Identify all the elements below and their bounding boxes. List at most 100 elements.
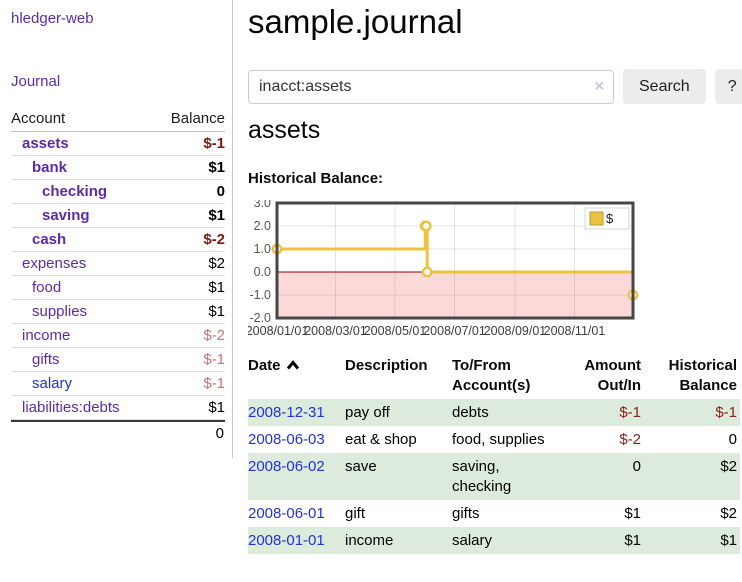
clear-search-icon[interactable]: × [595, 77, 604, 97]
date-cell: 2008-06-02 [248, 453, 345, 500]
account-balance: $2 [208, 255, 225, 272]
x-tick-label: 2008/01/01 [248, 324, 308, 338]
sidebar-account-row: saving $1 [11, 204, 225, 228]
column-header-date[interactable]: Date [248, 354, 345, 399]
register-header-row: Date Description To/FromAccount(s) Amoun… [248, 354, 740, 399]
legend-swatch [590, 212, 603, 225]
accounts-cell: salary [452, 527, 562, 554]
search-input[interactable] [248, 70, 614, 104]
column-header-description: Description [345, 354, 452, 399]
sidebar-account-row: supplies$1 [11, 300, 225, 324]
amount-cell: $-2 [562, 426, 644, 453]
account-balance: $1 [208, 207, 225, 224]
x-tick-label: 2008/09/01 [484, 324, 547, 338]
sidebar-account-row: gifts $-1 [11, 348, 225, 372]
x-tick-label: 2008/07/01 [423, 324, 486, 338]
chart-title: Historical Balance: [248, 170, 383, 187]
data-point [422, 222, 430, 230]
sidebar-account-row: salary $-1 [11, 372, 225, 396]
account-balance: $-1 [203, 135, 225, 152]
sidebar: hledger-web Journal Account Balance asse… [0, 0, 233, 458]
app-brand-link[interactable]: hledger-web [11, 10, 232, 27]
account-balance: $1 [208, 279, 225, 296]
search-bar: × Search ? [248, 69, 742, 104]
accounts-cell: gifts [452, 500, 562, 527]
account-link[interactable]: checking [11, 183, 107, 200]
balance-cell: 0 [644, 426, 740, 453]
account-link[interactable]: assets [11, 135, 69, 152]
register-date-link[interactable]: 2008-06-02 [248, 458, 325, 475]
y-tick-label: 2.0 [254, 219, 271, 233]
description-cell: gift [345, 500, 452, 527]
register-table: Date Description To/FromAccount(s) Amoun… [248, 354, 740, 554]
data-point [423, 268, 431, 276]
amount-cell: 0 [562, 453, 644, 500]
column-header-accounts: To/FromAccount(s) [452, 354, 562, 399]
register-row: 2008-06-01giftgifts$1$2 [248, 500, 740, 527]
account-balance: $1 [208, 159, 225, 176]
amount-cell: $1 [562, 527, 644, 554]
sidebar-item-journal[interactable]: Journal [11, 73, 232, 90]
description-cell: save [345, 453, 452, 500]
sidebar-account-row: income $-2 [11, 324, 225, 348]
account-balance: $-1 [203, 351, 225, 368]
sidebar-account-row: liabilities:debts $1 [11, 396, 225, 420]
account-link[interactable]: supplies [11, 303, 87, 320]
description-cell: eat & shop [345, 426, 452, 453]
accounts-cell: saving, checking [452, 453, 562, 500]
x-tick-label: 2008/03/01 [304, 324, 367, 338]
description-cell: pay off [345, 399, 452, 426]
accounts-table: Account Balance assets$-1bank$1checking0… [11, 107, 225, 442]
account-link[interactable]: saving [11, 207, 90, 224]
register-date-link[interactable]: 2008-01-01 [248, 532, 325, 549]
date-column-label: Date [248, 357, 281, 374]
search-button[interactable]: Search [623, 69, 706, 104]
account-balance: $1 [208, 399, 225, 416]
register-date-link[interactable]: 2008-06-01 [248, 505, 325, 522]
account-link[interactable]: gifts [11, 351, 60, 368]
balance-cell: $1 [644, 527, 740, 554]
account-link[interactable]: cash [11, 231, 66, 248]
column-header-balance: HistoricalBalance [644, 354, 740, 399]
account-link[interactable]: liabilities:debts [11, 399, 120, 416]
historical-balance-chart[interactable]: $3.02.01.00.0-1.0-2.02008/01/012008/03/0… [248, 200, 648, 347]
main-content: sample.journal × Search ? assets Histori… [248, 0, 742, 582]
account-balance: $-1 [203, 375, 225, 392]
sidebar-account-row: food $1 [11, 276, 225, 300]
sidebar-account-row: expenses $2 [11, 252, 225, 276]
register-row: 2008-01-01incomesalary$1$1 [248, 527, 740, 554]
account-title: assets [248, 112, 320, 148]
y-tick-label: 3.0 [254, 200, 271, 210]
register-row: 2008-06-02 savesaving, checking0$2 [248, 453, 740, 500]
date-cell: 2008-01-01 [248, 527, 345, 554]
sort-ascending-icon [286, 356, 300, 376]
sidebar-account-row: checking0 [11, 180, 225, 204]
balance-cell: $2 [644, 500, 740, 527]
account-balance: $-2 [203, 231, 225, 248]
amount-cell: $-1 [562, 399, 644, 426]
accounts-cell: food, supplies [452, 426, 562, 453]
y-tick-label: -2.0 [249, 311, 271, 325]
x-tick-label: 2008/11/01 [544, 324, 606, 338]
register-date-link[interactable]: 2008-06-03 [248, 431, 325, 448]
account-link[interactable]: income [11, 327, 70, 344]
register-row: 2008-12-31pay offdebts$-1$-1 [248, 399, 740, 426]
accounts-total: 0 [11, 420, 225, 442]
register-date-link[interactable]: 2008-12-31 [248, 404, 325, 421]
balance-cell: $2 [644, 453, 740, 500]
account-balance: $-2 [203, 327, 225, 344]
account-link[interactable]: food [11, 279, 61, 296]
legend-label: $ [606, 211, 614, 226]
account-link[interactable]: salary [11, 375, 72, 392]
register-row: 2008-06-03 eat & shopfood, supplies$-20 [248, 426, 740, 453]
account-link[interactable]: bank [11, 159, 67, 176]
y-tick-label: 0.0 [254, 265, 271, 279]
page-title: sample.journal [248, 0, 463, 44]
account-link[interactable]: expenses [11, 255, 86, 272]
x-tick-label: 2008/05/01 [364, 324, 427, 338]
y-tick-label: 1.0 [254, 242, 271, 256]
sidebar-account-row: assets $-1 [11, 132, 225, 156]
accounts-cell: debts [452, 399, 562, 426]
help-button[interactable]: ? [715, 69, 742, 104]
date-cell: 2008-12-31 [248, 399, 345, 426]
